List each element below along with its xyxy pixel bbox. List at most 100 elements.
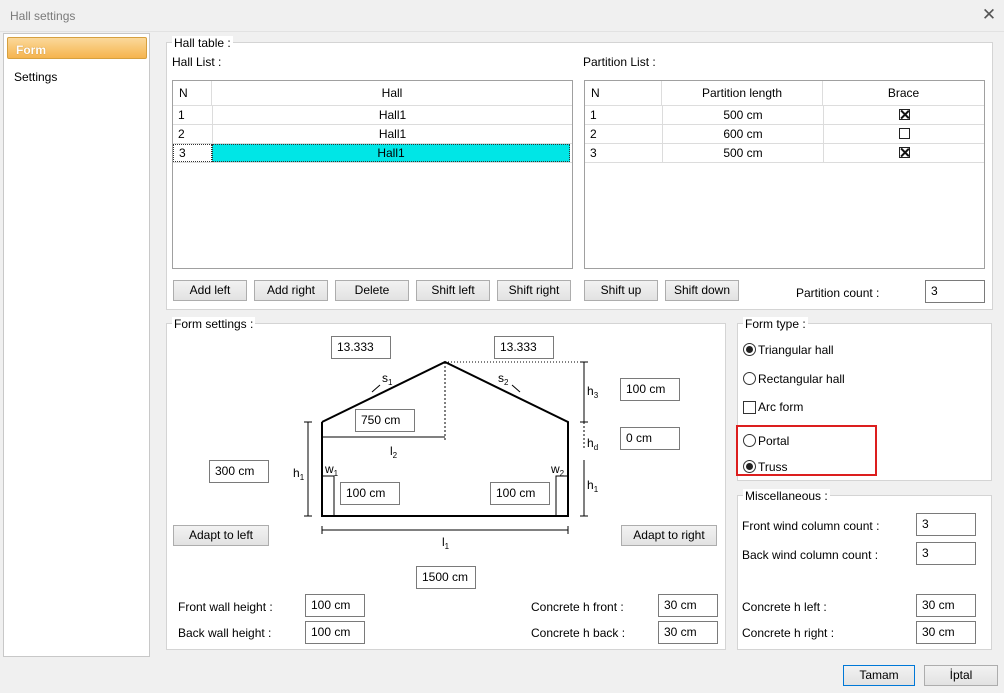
hall-list-table[interactable]: N Hall 1 Hall1 2 Hall1 3 Hall1 (172, 80, 573, 269)
row-partition-length: 500 cm (662, 106, 823, 124)
concrete-h-left-input[interactable]: 30 cm (916, 594, 976, 617)
row-brace[interactable] (823, 106, 984, 124)
dimension-lines (304, 361, 588, 534)
concrete-h-front-input[interactable]: 30 cm (658, 594, 718, 617)
row-number: 1 (178, 108, 185, 122)
form-type-label: Form type : (743, 317, 808, 331)
cancel-button[interactable]: İptal (924, 665, 998, 686)
shift-up-button[interactable]: Shift up (584, 280, 658, 301)
titlebar-divider (0, 31, 1004, 32)
row-hall: Hall1 (212, 125, 572, 143)
w2-label: w2 (551, 462, 565, 478)
back-wall-height-label: Back wall height : (178, 626, 272, 640)
concrete-h-right-input[interactable]: 30 cm (916, 621, 976, 644)
triangular-hall-label[interactable]: Triangular hall (758, 343, 834, 357)
h1-left-label: h1 (293, 466, 305, 482)
close-icon[interactable]: ✕ (978, 4, 1000, 26)
hd-input[interactable]: 0 cm (620, 427, 680, 450)
h3-input[interactable]: 100 cm (620, 378, 680, 401)
sidebar-item-form[interactable]: Form (7, 37, 147, 59)
column-header-n[interactable]: N (585, 81, 662, 105)
partition-count-label: Partition count : (796, 286, 880, 300)
row-number: 1 (590, 108, 597, 122)
s1-input[interactable]: 13.333 (331, 336, 391, 359)
back-wind-column-count-label: Back wind column count : (742, 548, 879, 562)
rectangular-hall-radio[interactable] (743, 372, 756, 385)
l2-input[interactable]: 750 cm (355, 409, 415, 432)
front-wall-height-input[interactable]: 100 cm (305, 594, 365, 617)
back-wind-column-count-input[interactable]: 3 (916, 542, 976, 565)
column-header-brace[interactable]: Brace (823, 81, 984, 105)
concrete-h-back-input[interactable]: 30 cm (658, 621, 718, 644)
row-number: 2 (590, 127, 597, 141)
shift-right-button[interactable]: Shift right (497, 280, 571, 301)
arc-form-label[interactable]: Arc form (758, 400, 803, 414)
partition-count-input[interactable]: 3 (925, 280, 985, 303)
partition-list-table[interactable]: N Partition length Brace 1 500 cm 2 600 … (584, 80, 985, 269)
h3-label: h3 (587, 384, 599, 400)
hall-table-label: Hall table : (172, 36, 233, 50)
miscellaneous-label: Miscellaneous : (743, 489, 830, 503)
shift-down-button[interactable]: Shift down (665, 280, 739, 301)
brace-checkbox-checked-icon[interactable] (898, 147, 910, 159)
front-wind-column-count-input[interactable]: 3 (916, 513, 976, 536)
portal-radio[interactable] (743, 434, 756, 447)
w1-input[interactable]: 100 cm (340, 482, 400, 505)
row-number: 3 (590, 146, 597, 160)
s1-label: s1 (382, 371, 393, 387)
form-settings-label: Form settings : (172, 317, 256, 331)
column-header-n[interactable]: N (173, 81, 212, 105)
table-row[interactable]: 2 600 cm (585, 125, 984, 144)
adapt-to-right-button[interactable]: Adapt to right (621, 525, 717, 546)
shift-left-button[interactable]: Shift left (416, 280, 490, 301)
back-wall-height-input[interactable]: 100 cm (305, 621, 365, 644)
hall-diagram (304, 360, 588, 534)
row-hall: Hall1 (212, 106, 572, 124)
l2-label: l2 (390, 444, 398, 460)
adapt-to-left-button[interactable]: Adapt to left (173, 525, 269, 546)
row-hall: Hall1 (212, 144, 570, 162)
table-row[interactable]: 3 500 cm (585, 144, 984, 163)
brace-checkbox-checked-icon[interactable] (898, 109, 910, 121)
window-title: Hall settings (10, 9, 76, 23)
row-number: 2 (178, 127, 185, 141)
rectangular-hall-label[interactable]: Rectangular hall (758, 372, 845, 386)
concrete-h-right-label: Concrete h right : (742, 626, 835, 640)
partition-list-label: Partition List : (583, 55, 656, 69)
add-left-button[interactable]: Add left (173, 280, 247, 301)
row-brace[interactable] (823, 125, 984, 143)
delete-button[interactable]: Delete (335, 280, 409, 301)
sidebar-item-settings[interactable]: Settings (14, 70, 57, 84)
column-header-hall[interactable]: Hall (212, 81, 572, 105)
front-wall-height-label: Front wall height : (178, 600, 273, 614)
concrete-h-back-label: Concrete h back : (531, 626, 626, 640)
table-row-selected[interactable]: 3 Hall1 (173, 144, 572, 163)
column-header-partition-length[interactable]: Partition length (662, 81, 823, 105)
truss-label[interactable]: Truss (758, 460, 788, 474)
h1-input[interactable]: 300 cm (209, 460, 269, 483)
s2-input[interactable]: 13.333 (494, 336, 554, 359)
s2-label: s2 (498, 371, 509, 387)
front-wind-column-count-label: Front wind column count : (742, 519, 880, 533)
table-row[interactable]: 2 Hall1 (173, 125, 572, 144)
concrete-h-left-label: Concrete h left : (742, 600, 827, 614)
w2-input[interactable]: 100 cm (490, 482, 550, 505)
l1-input[interactable]: 1500 cm (416, 566, 476, 589)
brace-checkbox-icon[interactable] (898, 128, 910, 140)
truss-radio[interactable] (743, 460, 756, 473)
hd-label: hd (587, 436, 599, 452)
hall-list-label: Hall List : (172, 55, 222, 69)
row-brace[interactable] (823, 144, 984, 162)
l1-label: l1 (442, 535, 450, 551)
row-partition-length: 500 cm (662, 144, 823, 162)
triangular-hall-radio[interactable] (743, 343, 756, 356)
ok-button[interactable]: Tamam (843, 665, 915, 686)
portal-label[interactable]: Portal (758, 434, 789, 448)
table-row[interactable]: 1 Hall1 (173, 106, 572, 125)
arc-form-checkbox[interactable] (743, 401, 756, 414)
concrete-h-front-label: Concrete h front : (531, 600, 624, 614)
table-row[interactable]: 1 500 cm (585, 106, 984, 125)
row-partition-length: 600 cm (662, 125, 823, 143)
sidebar: Form Settings (3, 33, 150, 657)
add-right-button[interactable]: Add right (254, 280, 328, 301)
